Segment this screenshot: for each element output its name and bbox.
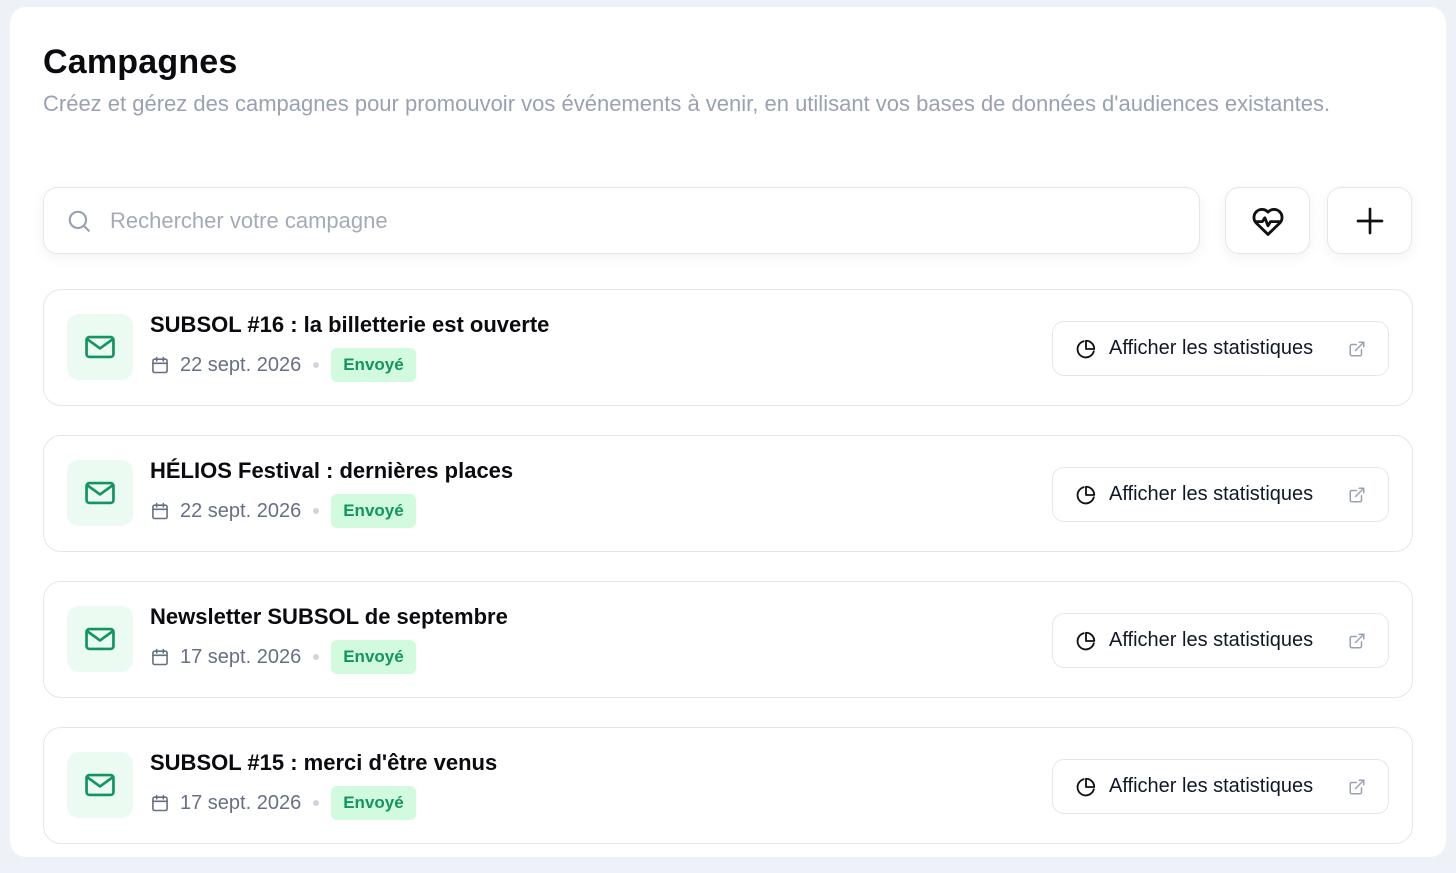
search-input[interactable]: [110, 189, 1180, 252]
view-stats-label: Afficher les statistiques: [1109, 483, 1314, 505]
pie-chart-icon: [1076, 777, 1096, 796]
mail-icon: [85, 773, 115, 797]
pie-chart-icon: [1076, 631, 1096, 650]
mail-icon: [85, 481, 115, 505]
view-stats-button[interactable]: Afficher les statistiques: [1052, 467, 1389, 522]
view-stats-label: Afficher les statistiques: [1109, 775, 1314, 797]
view-stats-button[interactable]: Afficher les statistiques: [1052, 759, 1389, 814]
mail-icon: [85, 627, 115, 651]
calendar-icon: [152, 502, 168, 520]
mail-tile: [67, 460, 133, 526]
view-stats-label: Afficher les statistiques: [1109, 629, 1314, 651]
page-description: Créez et gérez des campagnes pour promou…: [43, 91, 1331, 116]
plus-icon: [1356, 207, 1383, 234]
search-icon: [68, 210, 90, 232]
campaign-card[interactable]: Newsletter SUBSOL de septembre 17 sept. …: [43, 581, 1413, 698]
separator-dot: [313, 800, 320, 806]
pie-chart-icon: [1076, 339, 1096, 358]
pie-chart-icon: [1076, 485, 1096, 504]
mail-tile: [67, 752, 133, 818]
campaign-title: SUBSOL #16 : la billetterie est ouverte: [150, 312, 550, 337]
view-stats-label: Afficher les statistiques: [1109, 337, 1314, 359]
external-link-icon: [1349, 341, 1365, 356]
campaign-card[interactable]: SUBSOL #16 : la billetterie est ouverte …: [43, 289, 1413, 406]
separator-dot: [313, 362, 320, 368]
heart-pulse-icon: [1252, 207, 1283, 236]
status-badge: Envoyé: [331, 348, 416, 382]
status-badge: Envoyé: [331, 494, 416, 528]
campaigns-panel: Campagnes Créez et gérez des campagnes p…: [10, 7, 1446, 857]
campaign-date: 22 sept. 2026: [180, 499, 302, 522]
view-stats-button[interactable]: Afficher les statistiques: [1052, 613, 1389, 668]
campaign-meta: 22 sept. 2026 Envoyé: [150, 494, 416, 528]
calendar-icon: [152, 356, 168, 374]
search-bar[interactable]: [43, 187, 1200, 254]
campaign-meta: 22 sept. 2026 Envoyé: [150, 348, 416, 382]
campaign-title: HÉLIOS Festival : dernières places: [150, 458, 514, 483]
campaign-card[interactable]: SUBSOL #15 : merci d'être venus 17 sept.…: [43, 727, 1413, 844]
campaign-meta: 17 sept. 2026 Envoyé: [150, 786, 416, 820]
campaign-meta: 17 sept. 2026 Envoyé: [150, 640, 416, 674]
mail-icon: [85, 335, 115, 359]
status-badge: Envoyé: [331, 640, 416, 674]
separator-dot: [313, 508, 320, 514]
view-stats-button[interactable]: Afficher les statistiques: [1052, 321, 1389, 376]
external-link-icon: [1349, 633, 1365, 648]
external-link-icon: [1349, 779, 1365, 794]
campaign-title: SUBSOL #15 : merci d'être venus: [150, 750, 498, 775]
campaign-date: 17 sept. 2026: [180, 791, 302, 814]
external-link-icon: [1349, 487, 1365, 502]
mail-tile: [67, 314, 133, 380]
separator-dot: [313, 654, 320, 660]
mail-tile: [67, 606, 133, 672]
status-badge: Envoyé: [331, 786, 416, 820]
calendar-icon: [152, 648, 168, 666]
page-title: Campagnes: [43, 43, 238, 81]
campaign-title: Newsletter SUBSOL de septembre: [150, 604, 508, 629]
calendar-icon: [152, 794, 168, 812]
campaign-date: 17 sept. 2026: [180, 645, 302, 668]
campaign-list: SUBSOL #16 : la billetterie est ouverte …: [43, 289, 1413, 873]
add-campaign-button[interactable]: [1327, 187, 1412, 254]
campaign-date: 22 sept. 2026: [180, 353, 302, 376]
campaign-health-button[interactable]: [1225, 187, 1310, 254]
campaign-card[interactable]: HÉLIOS Festival : dernières places 22 se…: [43, 435, 1413, 552]
